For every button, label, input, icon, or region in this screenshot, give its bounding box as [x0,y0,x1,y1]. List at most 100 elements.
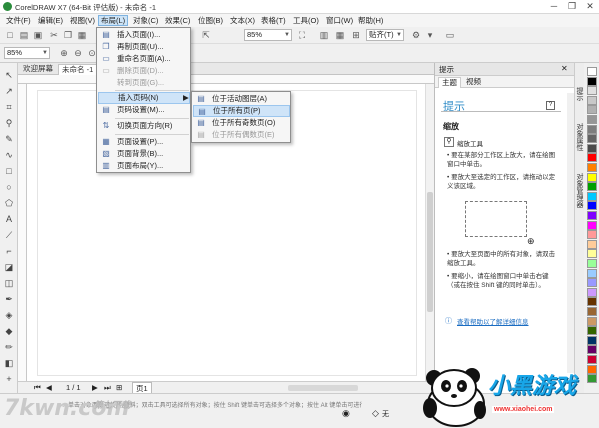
menu-view[interactable]: 视图(V) [68,15,97,26]
menu-page-setup[interactable]: ▦ 页面设置(P)... [98,136,190,148]
open-folder-icon[interactable]: ▤ [18,29,30,41]
horizontal-ruler[interactable] [18,75,434,84]
color-swatch[interactable] [587,316,597,326]
fill-bucket-icon[interactable]: ◧ [3,357,15,369]
side-tab-object-properties[interactable]: 对象属性 [576,123,584,151]
close-button[interactable]: ✕ [581,1,599,12]
color-swatch[interactable] [587,297,597,307]
color-swatch[interactable] [587,335,597,345]
submenu-on-all-pages[interactable]: ▤ 位于所有页(P) [193,105,290,117]
next-page-icon[interactable]: ▶ [92,383,98,392]
color-swatch[interactable] [587,115,597,124]
snap-to-combo[interactable]: 贴齐(T) ▼ [366,29,404,41]
menu-table[interactable]: 表格(T) [259,15,288,26]
guidelines-icon[interactable]: ⊞ [350,29,362,41]
options-gear-icon[interactable]: ⚙ [410,29,422,41]
minimize-button[interactable]: ─ [545,1,563,12]
zoom-tool-icon[interactable]: ⚲ [3,117,15,129]
menu-layout[interactable]: 布局(L) [98,15,129,26]
tab-video[interactable]: 视频 [463,77,484,88]
color-swatch[interactable] [587,239,597,249]
eyedropper-tool-icon[interactable]: ✒ [3,293,15,305]
color-swatch[interactable] [587,191,597,201]
paste-icon[interactable]: ▦ [76,29,88,41]
connector-tool-icon[interactable]: ⌐ [3,245,15,257]
color-swatch[interactable] [587,172,597,182]
pick-tool-icon[interactable]: ↖ [3,69,15,81]
color-swatch[interactable] [587,124,597,134]
color-swatch[interactable] [587,355,597,364]
maximize-button[interactable]: ❐ [563,1,581,12]
color-swatch[interactable] [587,201,597,211]
copy-icon[interactable]: ❐ [62,29,74,41]
vertical-ruler[interactable] [18,84,27,381]
menu-duplicate-page[interactable]: ❐ 再制页面(U)... [98,41,190,53]
cut-icon[interactable]: ✂ [48,29,60,41]
color-swatch[interactable] [587,134,597,144]
menu-switch-page-orientation[interactable]: ⇅ 切换页面方向(R) [98,120,190,132]
color-swatch[interactable] [587,143,597,153]
full-screen-icon[interactable]: ⛶ [296,29,308,41]
tab-topics[interactable]: 主题 [438,77,461,88]
menu-help[interactable]: 帮助(H) [356,15,385,26]
outline-pen-icon[interactable]: ✏ [3,341,15,353]
color-swatch[interactable] [587,220,597,230]
color-swatch[interactable] [587,211,597,220]
document-color-icon[interactable]: ◉ [342,408,350,419]
menu-effects[interactable]: 效果(C) [163,15,192,26]
menu-bitmaps[interactable]: 位图(B) [196,15,225,26]
color-swatch[interactable] [587,268,597,278]
side-tab-hints[interactable]: 提示 [576,87,584,101]
polygon-tool-icon[interactable]: ⬠ [3,197,15,209]
color-swatch[interactable] [587,307,597,316]
freehand-tool-icon[interactable]: ✎ [3,133,15,145]
save-icon[interactable]: ▣ [32,29,44,41]
new-document-icon[interactable]: □ [4,29,16,41]
first-page-icon[interactable]: ⏮ [34,383,41,393]
color-swatch[interactable] [587,163,597,172]
rulers-icon[interactable]: ▥ [318,29,330,41]
tab-welcome-screen[interactable]: 欢迎屏幕 [20,64,56,75]
menu-tools[interactable]: 工具(O) [291,15,321,26]
add-page-icon[interactable]: ⊞ [116,383,122,392]
shape-tool-icon[interactable]: ↗ [3,85,15,97]
color-swatch[interactable] [587,326,597,336]
color-swatch[interactable] [587,153,597,163]
color-swatch[interactable] [587,345,597,355]
color-swatch[interactable] [587,364,597,374]
color-swatch[interactable] [587,86,597,96]
menu-window[interactable]: 窗口(W) [324,15,355,26]
color-swatch[interactable] [587,95,597,105]
vertical-scrollbar[interactable] [425,84,434,381]
last-page-icon[interactable]: ⏭ [104,383,111,393]
menu-page-number-settings[interactable]: ▤ 页码设置(M)... [98,104,190,116]
rectangle-tool-icon[interactable]: □ [3,165,15,177]
monitor-icon[interactable]: ▭ [444,29,456,41]
grid-icon[interactable]: ▦ [334,29,346,41]
export-icon[interactable]: ⇱ [200,29,212,41]
crop-tool-icon[interactable]: ⌗ [3,101,15,113]
parallel-dimension-tool-icon[interactable]: ⟋ [3,229,15,241]
add-tool-icon[interactable]: + [3,373,15,385]
menu-file[interactable]: 文件(F) [4,15,33,26]
color-swatch[interactable] [587,230,597,240]
scrollbar-thumb[interactable] [427,192,433,312]
ellipse-tool-icon[interactable]: ○ [3,181,15,193]
property-zoom-combo[interactable]: 85% ▼ [4,47,50,59]
docker-close-icon[interactable]: ✕ [561,64,568,73]
drop-shadow-tool-icon[interactable]: ◪ [3,261,15,273]
docker-scrollbar[interactable] [567,93,574,373]
zoom-out-icon[interactable]: ⊖ [72,47,84,59]
color-swatch[interactable] [587,374,597,384]
color-swatch[interactable] [587,278,597,288]
menu-text[interactable]: 文本(X) [228,15,257,26]
interactive-fill-tool-icon[interactable]: ◈ [3,309,15,321]
color-swatch[interactable] [587,287,597,297]
menu-insert-page-number[interactable]: 插入页码(N) ▶ [98,92,190,104]
menu-object[interactable]: 对象(C) [131,15,160,26]
menu-page-background[interactable]: ▧ 页面背景(B)... [98,148,190,160]
artistic-media-tool-icon[interactable]: ∿ [3,149,15,161]
color-swatch[interactable] [587,249,597,259]
color-swatch[interactable] [587,76,597,86]
color-swatch[interactable] [587,182,597,192]
